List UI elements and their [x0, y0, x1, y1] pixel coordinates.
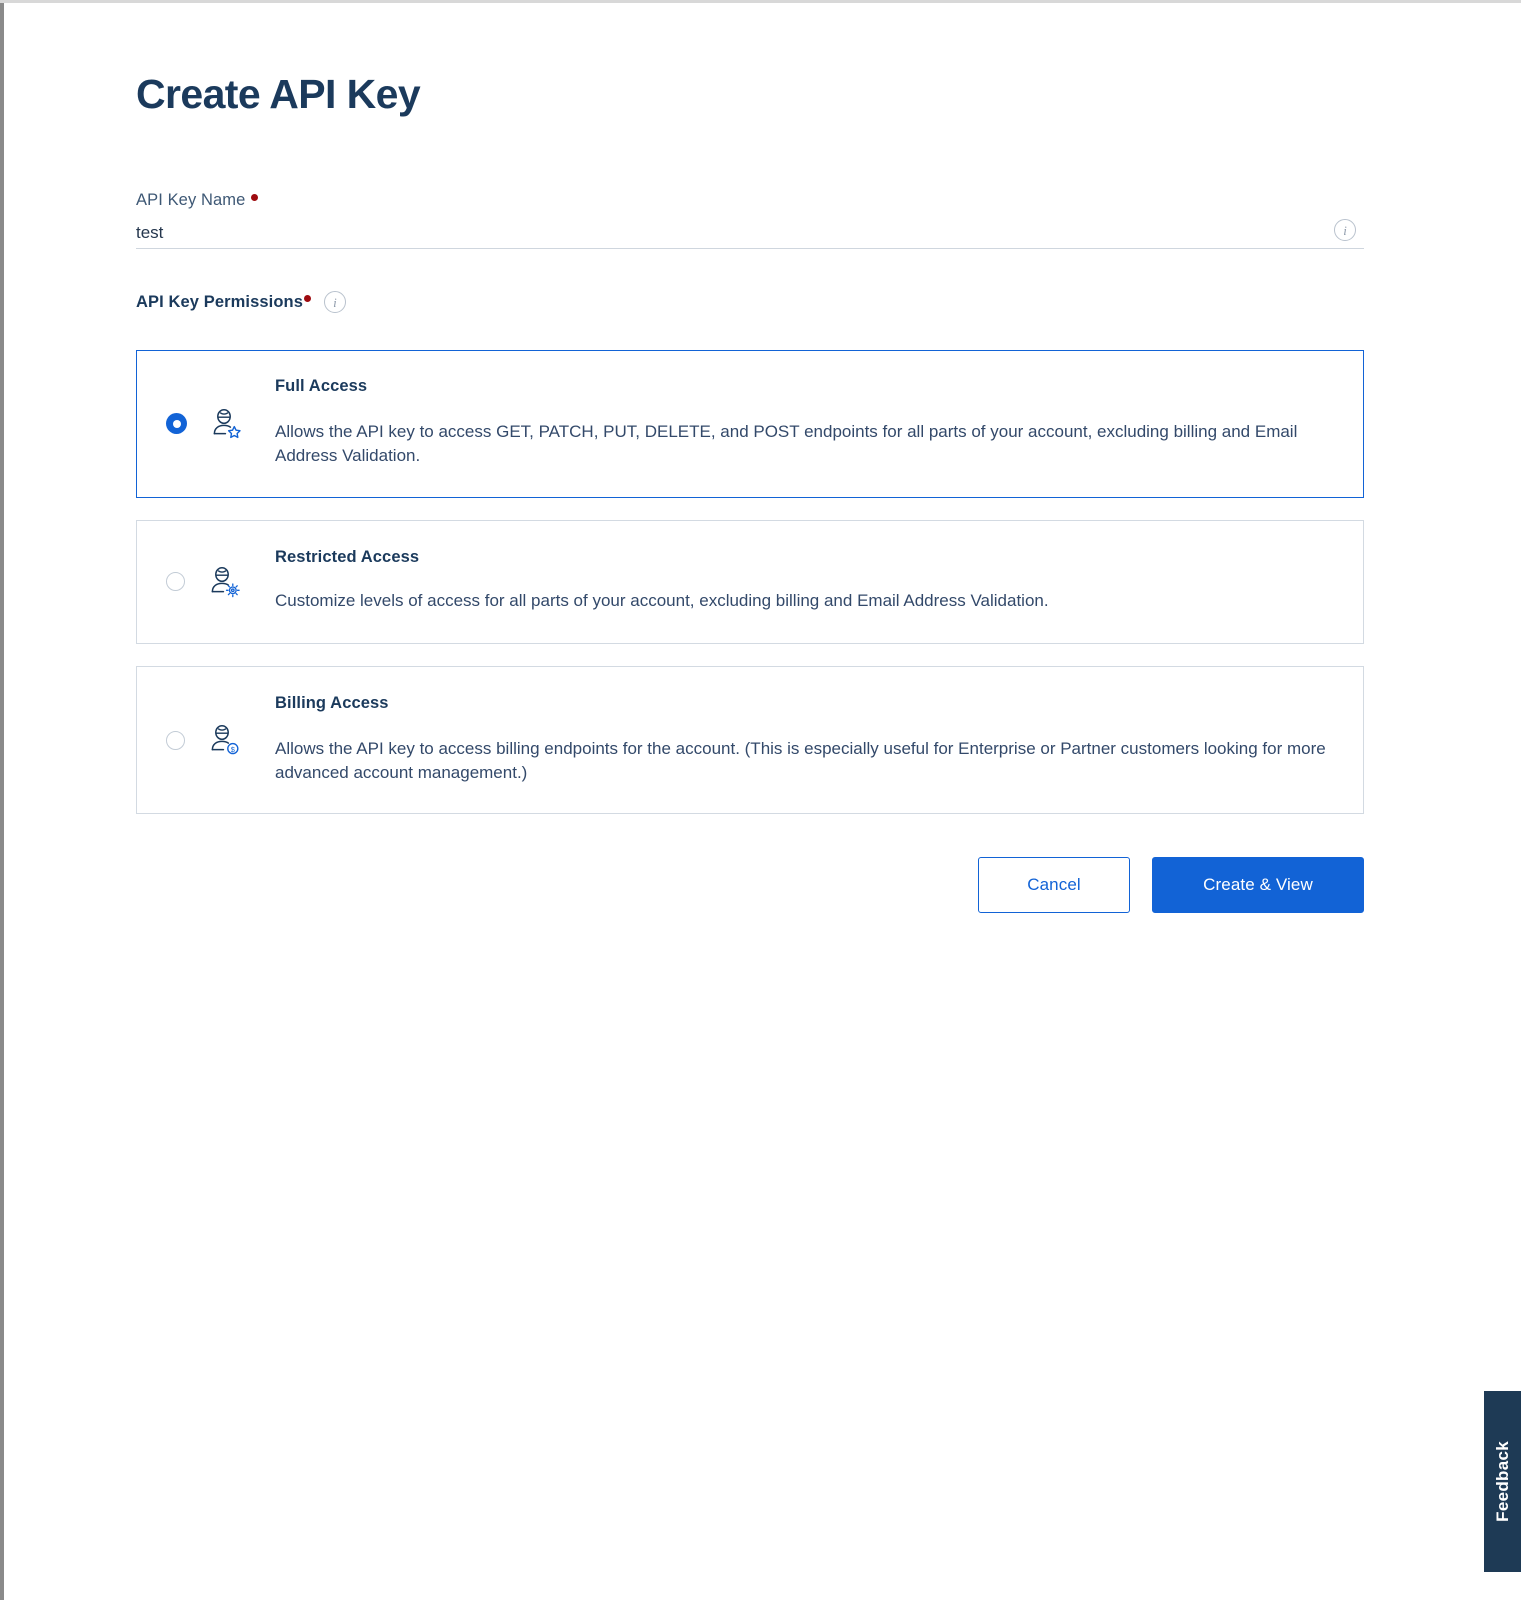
permission-option-text: Billing Access Allows the API key to acc… — [275, 667, 1363, 814]
cancel-button[interactable]: Cancel — [978, 857, 1130, 913]
radio-restricted-access[interactable] — [166, 572, 185, 592]
permission-option-control-group — [137, 521, 275, 643]
user-star-icon — [209, 407, 243, 441]
permission-option-description: Allows the API key to access GET, PATCH,… — [275, 422, 1298, 466]
permission-option-billing-access[interactable]: $ Billing Access Allows the API key to a… — [136, 665, 1364, 815]
api-key-name-field-block: API Key Name i — [136, 189, 1364, 250]
svg-text:$: $ — [231, 745, 235, 754]
permission-option-full-access[interactable]: Full Access Allows the API key to access… — [136, 350, 1364, 498]
api-key-name-label: API Key Name — [136, 189, 1364, 211]
permission-option-title: Full Access — [275, 377, 368, 395]
permissions-header: API Key Permissions i — [136, 291, 346, 313]
page-title: Create API Key — [136, 71, 421, 117]
required-indicator-icon — [303, 295, 311, 302]
radio-full-access[interactable] — [166, 413, 187, 435]
permission-option-text: Full Access Allows the API key to access… — [275, 351, 1363, 497]
info-icon[interactable]: i — [1334, 219, 1356, 242]
permission-option-control-group — [137, 351, 275, 497]
permission-option-restricted-access[interactable]: Restricted Access Customize levels of ac… — [136, 519, 1364, 644]
create-and-view-button[interactable]: Create & View — [1152, 857, 1364, 913]
page-canvas: Create API Key API Key Name i API Key Pe… — [4, 3, 1521, 1600]
form-actions: Cancel Create & View — [136, 857, 1364, 913]
info-icon[interactable]: i — [323, 291, 346, 313]
permission-option-title: Billing Access — [275, 693, 389, 712]
permission-option-description: Allows the API key to access billing end… — [275, 738, 1326, 783]
user-gear-icon — [207, 565, 241, 599]
permissions-heading: API Key Permissions — [136, 292, 303, 311]
api-key-name-input[interactable] — [136, 220, 1286, 245]
permission-option-text: Restricted Access Customize levels of ac… — [275, 521, 1363, 643]
feedback-tab-label: Feedback — [1492, 1441, 1512, 1522]
permission-option-description: Customize levels of access for all parts… — [275, 590, 1049, 610]
api-key-name-label-text: API Key Name — [136, 191, 246, 209]
radio-billing-access[interactable] — [166, 730, 185, 750]
permission-option-control-group: $ — [137, 667, 275, 814]
feedback-tab[interactable]: Feedback — [1484, 1391, 1521, 1572]
required-indicator-icon — [251, 194, 259, 201]
permission-options-list: Full Access Allows the API key to access… — [136, 350, 1364, 836]
user-dollar-icon: $ — [207, 723, 241, 757]
permission-option-title: Restricted Access — [275, 547, 420, 566]
api-key-name-input-row[interactable]: i — [136, 217, 1364, 250]
